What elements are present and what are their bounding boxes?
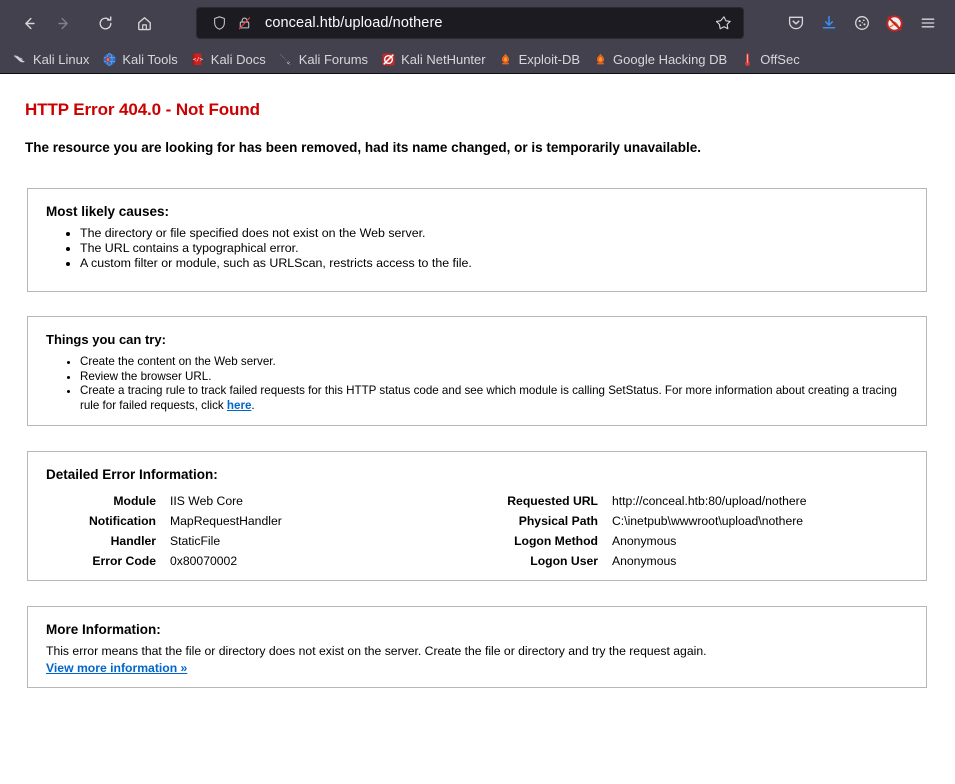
detail-value: MapRequestHandler bbox=[170, 514, 282, 528]
detail-label: Notification bbox=[88, 514, 156, 528]
insecure-connection-lock-icon[interactable] bbox=[232, 11, 256, 35]
google-hacking-db-flame-icon bbox=[592, 52, 608, 68]
table-row: Error Code 0x80070002 Logon User Anonymo… bbox=[28, 551, 926, 571]
list-item: Review the browser URL. bbox=[80, 370, 918, 384]
reload-button[interactable] bbox=[88, 7, 122, 39]
detailed-error-table: Module IIS Web Core Requested URL http:/… bbox=[28, 491, 926, 571]
list-item: The URL contains a typographical error. bbox=[80, 241, 926, 256]
reload-icon bbox=[99, 15, 112, 29]
kali-nethunter-icon bbox=[380, 52, 396, 68]
tracking-protection-shield-icon[interactable] bbox=[207, 11, 231, 35]
more-information-heading: More Information: bbox=[46, 622, 161, 637]
browser-chrome: conceal.htb/upload/nothere Kali Linux !!… bbox=[0, 0, 955, 74]
table-row: Handler StaticFile Logon Method Anonymou… bbox=[28, 531, 926, 551]
bookmark-label: Exploit-DB bbox=[518, 52, 581, 67]
detail-value: 0x80070002 bbox=[170, 554, 238, 568]
detail-value: StaticFile bbox=[170, 534, 221, 548]
toolbar-right-actions bbox=[779, 7, 946, 39]
bookmark-google-hacking-db[interactable]: Google Hacking DB bbox=[586, 49, 733, 71]
view-more-information-link[interactable]: View more information » bbox=[46, 661, 187, 675]
table-row: Module IIS Web Core Requested URL http:/… bbox=[28, 491, 926, 511]
back-arrow-icon bbox=[24, 17, 35, 29]
bookmark-kali-forums[interactable]: Kali Forums bbox=[272, 49, 374, 71]
noscript-icon[interactable] bbox=[878, 7, 911, 39]
most-likely-causes-panel: Most likely causes: The directory or fil… bbox=[27, 188, 927, 292]
bookmarks-toolbar: Kali Linux !! Kali Tools </> Kali Docs K… bbox=[0, 46, 955, 74]
home-icon bbox=[137, 16, 151, 30]
detail-label: Logon User bbox=[530, 554, 598, 568]
more-information-panel: More Information: This error means that … bbox=[27, 606, 927, 688]
detail-label: Logon Method bbox=[514, 534, 598, 548]
detail-value: IIS Web Core bbox=[170, 494, 243, 508]
things-to-try-heading: Things you can try: bbox=[46, 332, 166, 347]
detail-label: Error Code bbox=[92, 554, 156, 568]
bookmark-offsec[interactable]: OffSec bbox=[733, 49, 806, 71]
bookmark-label: Kali Tools bbox=[122, 52, 178, 67]
svg-text:!!: !! bbox=[107, 57, 109, 62]
kali-dragon-icon bbox=[12, 52, 28, 68]
bookmark-label: Kali Linux bbox=[33, 52, 90, 67]
tracing-rule-here-link[interactable]: here bbox=[227, 399, 252, 412]
exploit-db-flame-icon bbox=[498, 52, 514, 68]
home-button[interactable] bbox=[127, 7, 161, 39]
detail-value: Anonymous bbox=[612, 534, 677, 548]
cookie-icon[interactable] bbox=[845, 7, 878, 39]
more-information-text: This error means that the file or direct… bbox=[46, 644, 707, 658]
bookmark-kali-linux[interactable]: Kali Linux bbox=[6, 49, 95, 71]
hamburger-menu-icon[interactable] bbox=[911, 7, 944, 39]
detail-value: Anonymous bbox=[612, 554, 677, 568]
bookmark-label: Kali Forums bbox=[298, 52, 369, 67]
bookmark-kali-docs[interactable]: </> Kali Docs bbox=[184, 49, 272, 71]
detailed-error-heading: Detailed Error Information: bbox=[46, 467, 218, 482]
download-icon[interactable] bbox=[812, 7, 845, 39]
forward-arrow-icon bbox=[57, 17, 68, 29]
tracing-rule-text-before: Create a tracing rule to track failed re… bbox=[80, 384, 897, 412]
back-button[interactable] bbox=[12, 7, 46, 39]
detail-label: Requested URL bbox=[507, 494, 598, 508]
pocket-icon[interactable] bbox=[779, 7, 812, 39]
kali-tools-globe-icon: !! bbox=[101, 52, 117, 68]
list-item: A custom filter or module, such as URLSc… bbox=[80, 256, 926, 271]
detailed-error-information-panel: Detailed Error Information: Module IIS W… bbox=[27, 451, 927, 581]
address-bar[interactable]: conceal.htb/upload/nothere bbox=[196, 7, 744, 39]
causes-list: The directory or file specified does not… bbox=[80, 226, 926, 271]
bookmark-star-icon[interactable] bbox=[711, 10, 737, 36]
things-to-try-list: Create the content on the Web server. Re… bbox=[80, 355, 918, 413]
page-title: HTTP Error 404.0 - Not Found bbox=[25, 100, 260, 119]
detail-label: Module bbox=[113, 494, 156, 508]
bookmark-label: Kali Docs bbox=[210, 52, 266, 67]
navigation-toolbar: conceal.htb/upload/nothere bbox=[0, 0, 955, 46]
kali-docs-book-icon: </> bbox=[190, 52, 206, 68]
page-subtitle: The resource you are looking for has bee… bbox=[25, 140, 701, 155]
urlbar-container: conceal.htb/upload/nothere bbox=[161, 7, 779, 39]
table-row: Notification MapRequestHandler Physical … bbox=[28, 511, 926, 531]
url-text[interactable]: conceal.htb/upload/nothere bbox=[256, 15, 711, 31]
detail-value: http://conceal.htb:80/upload/nothere bbox=[612, 494, 807, 508]
offsec-icon bbox=[739, 52, 755, 68]
bookmark-kali-tools[interactable]: !! Kali Tools bbox=[95, 49, 183, 71]
forward-button[interactable] bbox=[46, 7, 80, 39]
things-you-can-try-panel: Things you can try: Create the content o… bbox=[27, 316, 927, 426]
kali-forums-wrench-icon bbox=[278, 52, 294, 68]
bookmark-label: Kali NetHunter bbox=[401, 52, 486, 67]
bookmark-label: Google Hacking DB bbox=[613, 52, 728, 67]
list-item-tracing-rule: Create a tracing rule to track failed re… bbox=[80, 384, 918, 413]
bookmark-kali-nethunter[interactable]: Kali NetHunter bbox=[374, 49, 492, 71]
detail-label: Physical Path bbox=[518, 514, 598, 528]
svg-text:</>: </> bbox=[193, 57, 204, 63]
detail-label: Handler bbox=[110, 534, 156, 548]
page-content: HTTP Error 404.0 - Not Found The resourc… bbox=[0, 74, 955, 783]
bookmark-exploit-db[interactable]: Exploit-DB bbox=[492, 49, 586, 71]
causes-heading: Most likely causes: bbox=[46, 204, 170, 219]
list-item: Create the content on the Web server. bbox=[80, 355, 918, 369]
bookmark-label: OffSec bbox=[760, 52, 800, 67]
tracing-rule-text-after: . bbox=[251, 398, 255, 412]
list-item: The directory or file specified does not… bbox=[80, 226, 926, 241]
detail-value: C:\inetpub\wwwroot\upload\nothere bbox=[612, 514, 804, 528]
